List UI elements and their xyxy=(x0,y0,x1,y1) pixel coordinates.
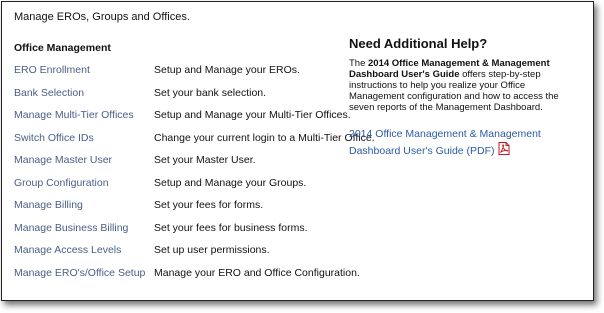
menu-row-multi-tier-offices: Manage Multi-Tier Offices Setup and Mana… xyxy=(14,106,351,129)
help-text: The 2014 Office Management & Management … xyxy=(349,58,581,113)
menu-link-bank-selection[interactable]: Bank Selection xyxy=(14,87,84,99)
menu-row-bank-selection: Bank Selection Set your bank selection. xyxy=(14,84,344,107)
menu-link-business-billing[interactable]: Manage Business Billing xyxy=(14,222,128,234)
menu-link-ero-enrollment[interactable]: ERO Enrollment xyxy=(14,64,90,76)
menu-description: Set your fees for business forms. xyxy=(154,221,308,234)
menu-description: Set up user permissions. xyxy=(154,244,270,256)
menu-description: Setup and Manage your EROs. xyxy=(154,64,300,76)
menu-description: Manage your ERO and Office Configuration… xyxy=(154,266,360,279)
menu-row-switch-office-ids: Switch Office IDs Change your current lo… xyxy=(14,129,375,152)
menu-row-master-user: Manage Master User Set your Master User. xyxy=(14,151,344,174)
menu-link-multi-tier-offices[interactable]: Manage Multi-Tier Offices xyxy=(14,109,134,121)
menu-row-business-billing: Manage Business Billing Set your fees fo… xyxy=(14,219,344,242)
page-frame: Manage EROs, Groups and Offices. Office … xyxy=(1,1,594,301)
menu-row-ero-office-setup: Manage ERO's/Office Setup Manage your ER… xyxy=(14,264,360,287)
help-text-prefix: The xyxy=(349,58,369,69)
menu-description: Set your fees for forms. xyxy=(154,199,264,211)
office-management-menu: ERO Enrollment Setup and Manage your ERO… xyxy=(14,61,375,287)
section-title: Office Management xyxy=(14,42,111,54)
menu-link-ero-office-setup[interactable]: Manage ERO's/Office Setup xyxy=(14,267,145,279)
menu-link-access-levels[interactable]: Manage Access Levels xyxy=(14,244,121,256)
menu-row-billing: Manage Billing Set your fees for forms. xyxy=(14,196,344,219)
menu-description: Setup and Manage your Groups. xyxy=(154,176,307,189)
menu-row-ero-enrollment: ERO Enrollment Setup and Manage your ERO… xyxy=(14,61,344,84)
guide-pdf-link-text: 2014 Office Management & Management Dash… xyxy=(349,128,541,157)
menu-link-group-configuration[interactable]: Group Configuration xyxy=(14,177,109,189)
menu-description: Set your bank selection. xyxy=(154,86,267,99)
menu-row-access-levels: Manage Access Levels Set up user permiss… xyxy=(14,241,344,264)
menu-description: Change your current login to a Multi-Tie… xyxy=(154,131,375,144)
help-panel: Need Additional Help? The 2014 Office Ma… xyxy=(349,36,581,159)
help-title: Need Additional Help? xyxy=(349,36,488,51)
menu-link-master-user[interactable]: Manage Master User xyxy=(14,154,112,166)
menu-description: Setup and Manage your Multi-Tier Offices… xyxy=(154,109,351,121)
intro-text: Manage EROs, Groups and Offices. xyxy=(14,11,190,23)
pdf-icon[interactable] xyxy=(498,142,510,155)
menu-description: Set your Master User. xyxy=(154,154,256,166)
menu-link-billing[interactable]: Manage Billing xyxy=(14,199,83,211)
menu-link-switch-office-ids[interactable]: Switch Office IDs xyxy=(14,132,94,144)
menu-row-group-configuration: Group Configuration Setup and Manage you… xyxy=(14,174,344,197)
guide-pdf-link[interactable]: 2014 Office Management & Management Dash… xyxy=(349,127,581,159)
